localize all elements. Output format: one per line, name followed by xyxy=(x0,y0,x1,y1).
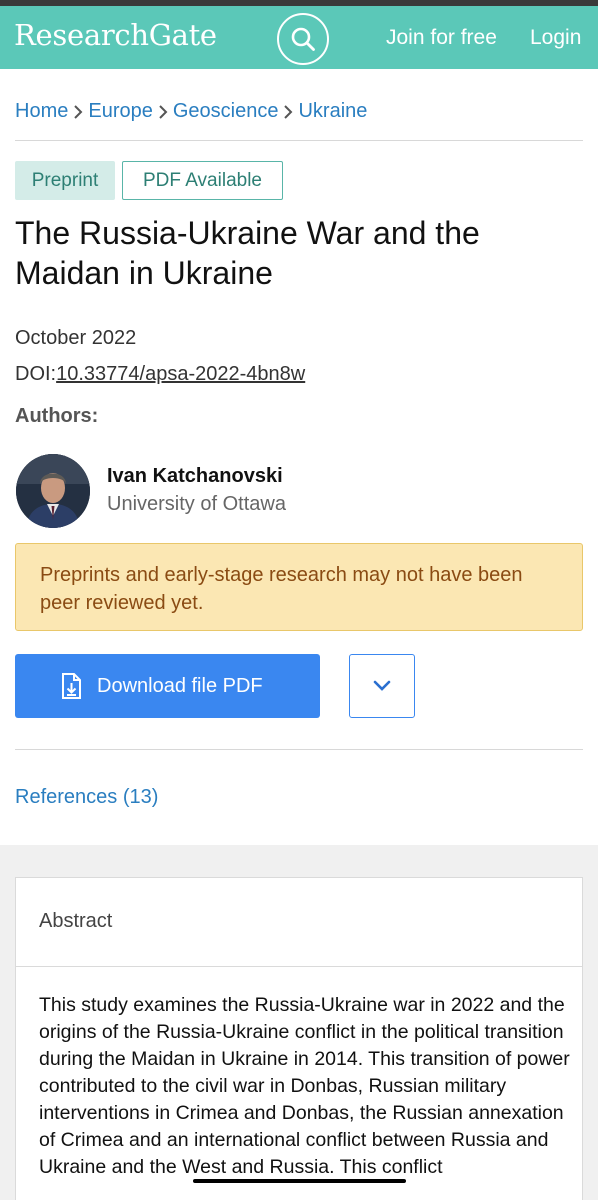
abstract-header: Abstract xyxy=(16,878,582,967)
chevron-down-icon xyxy=(373,680,391,691)
logo[interactable]: ResearchGate xyxy=(14,18,217,52)
more-options-button[interactable] xyxy=(349,654,415,718)
publication-date: October 2022 xyxy=(15,327,137,349)
doi-link[interactable]: 10.33774/apsa-2022-4bn8w xyxy=(56,363,305,385)
breadcrumb: Home Europe Geoscience Ukraine xyxy=(15,100,367,123)
preprint-warning: Preprints and early-stage research may n… xyxy=(15,543,583,631)
join-link[interactable]: Join for free xyxy=(386,26,497,50)
abstract-card: Abstract This study examines the Russia-… xyxy=(15,877,583,1200)
search-icon xyxy=(291,27,315,51)
tab-references[interactable]: References (13) xyxy=(15,786,158,809)
breadcrumb-item-ukraine[interactable]: Ukraine xyxy=(298,100,367,123)
breadcrumb-item-europe[interactable]: Europe xyxy=(88,100,153,123)
breadcrumb-item-home[interactable]: Home xyxy=(15,100,68,123)
author-name[interactable]: Ivan Katchanovski xyxy=(107,465,283,488)
abstract-heading: Abstract xyxy=(39,910,113,932)
file-download-icon xyxy=(62,673,81,699)
abstract-text: This study examines the Russia-Ukraine w… xyxy=(39,994,570,1178)
publication-title: The Russia-Ukraine War and the Maidan in… xyxy=(15,215,480,291)
chevron-right-icon xyxy=(158,104,168,120)
author-affiliation: University of Ottawa xyxy=(107,493,286,515)
doi-label: DOI: xyxy=(15,363,57,385)
chevron-right-icon xyxy=(73,104,83,120)
authors-label: Authors: xyxy=(15,405,99,427)
download-label: Download file PDF xyxy=(97,674,263,697)
search-button[interactable] xyxy=(277,13,329,65)
pdf-available-badge: PDF Available xyxy=(122,161,283,200)
doi: DOI:10.33774/apsa-2022-4bn8w xyxy=(15,363,305,386)
underline-annotation xyxy=(193,1179,406,1183)
divider xyxy=(15,140,583,141)
chevron-right-icon xyxy=(283,104,293,120)
login-link[interactable]: Login xyxy=(530,26,581,50)
download-pdf-button[interactable]: Download file PDF xyxy=(15,654,320,718)
divider xyxy=(15,749,583,750)
preprint-badge: Preprint xyxy=(15,161,115,200)
avatar[interactable] xyxy=(16,454,90,528)
site-header: ResearchGate Join for free Login xyxy=(0,6,598,69)
breadcrumb-item-geoscience[interactable]: Geoscience xyxy=(173,100,279,123)
